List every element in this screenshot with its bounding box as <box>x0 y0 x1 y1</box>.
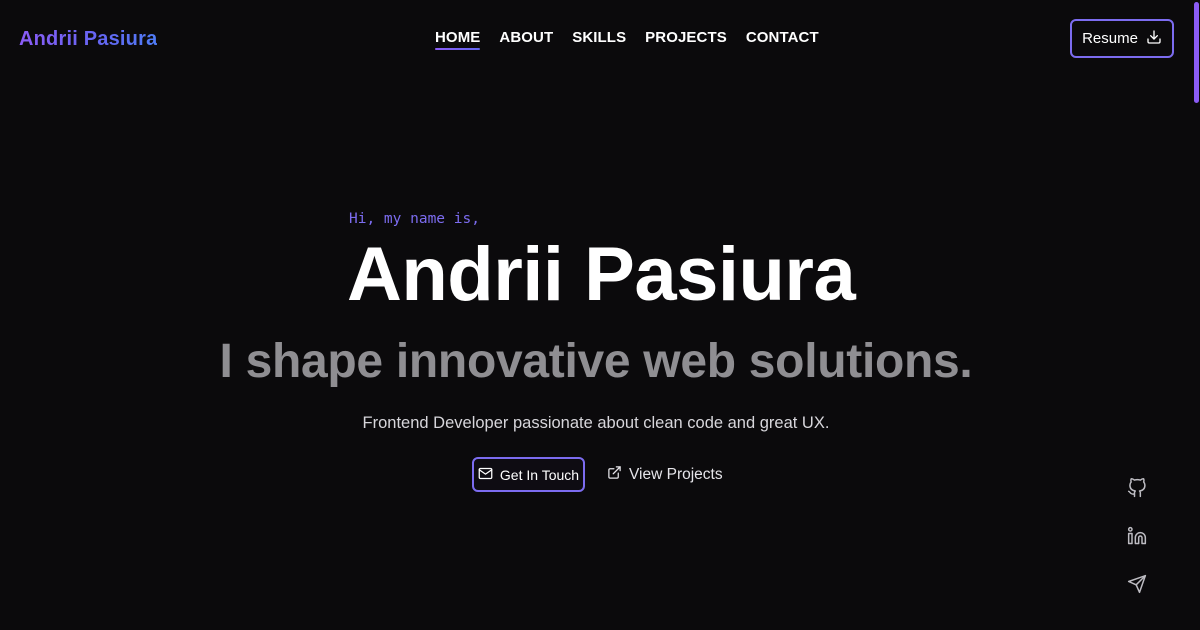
linkedin-icon[interactable] <box>1126 525 1148 547</box>
download-icon <box>1146 29 1162 49</box>
get-in-touch-label: Get In Touch <box>499 466 580 483</box>
resume-label: Resume <box>1082 30 1138 47</box>
mail-icon <box>478 466 493 484</box>
site-logo[interactable]: Andrii Pasiura <box>19 28 157 51</box>
hero-greeting: Hi, my name is, <box>349 211 480 227</box>
scrollbar[interactable] <box>1192 0 1200 630</box>
nav-item-contact[interactable]: CONTACT <box>746 29 819 50</box>
get-in-touch-button[interactable]: Get In Touch <box>472 457 585 492</box>
nav-item-about[interactable]: ABOUT <box>499 29 553 50</box>
github-icon[interactable] <box>1126 477 1148 499</box>
resume-button[interactable]: Resume <box>1070 19 1174 58</box>
external-link-icon <box>607 465 622 485</box>
send-icon[interactable] <box>1126 573 1148 595</box>
hero-name: Andrii Pasiura <box>347 232 856 317</box>
view-projects-label: View Projects <box>629 465 723 483</box>
social-links <box>1126 477 1148 595</box>
nav-item-skills[interactable]: SKILLS <box>572 29 626 50</box>
scrollbar-thumb[interactable] <box>1194 2 1199 103</box>
nav-item-home[interactable]: HOME <box>435 29 481 50</box>
nav-item-projects[interactable]: PROJECTS <box>645 29 727 50</box>
main-nav: HOME ABOUT SKILLS PROJECTS CONTACT <box>435 29 819 50</box>
view-projects-link[interactable]: View Projects <box>607 465 723 485</box>
hero-subtitle: Frontend Developer passionate about clea… <box>362 414 830 432</box>
hero-tagline: I shape innovative web solutions. <box>219 335 973 388</box>
hero-cta-row: Get In Touch View Projects <box>472 457 723 492</box>
